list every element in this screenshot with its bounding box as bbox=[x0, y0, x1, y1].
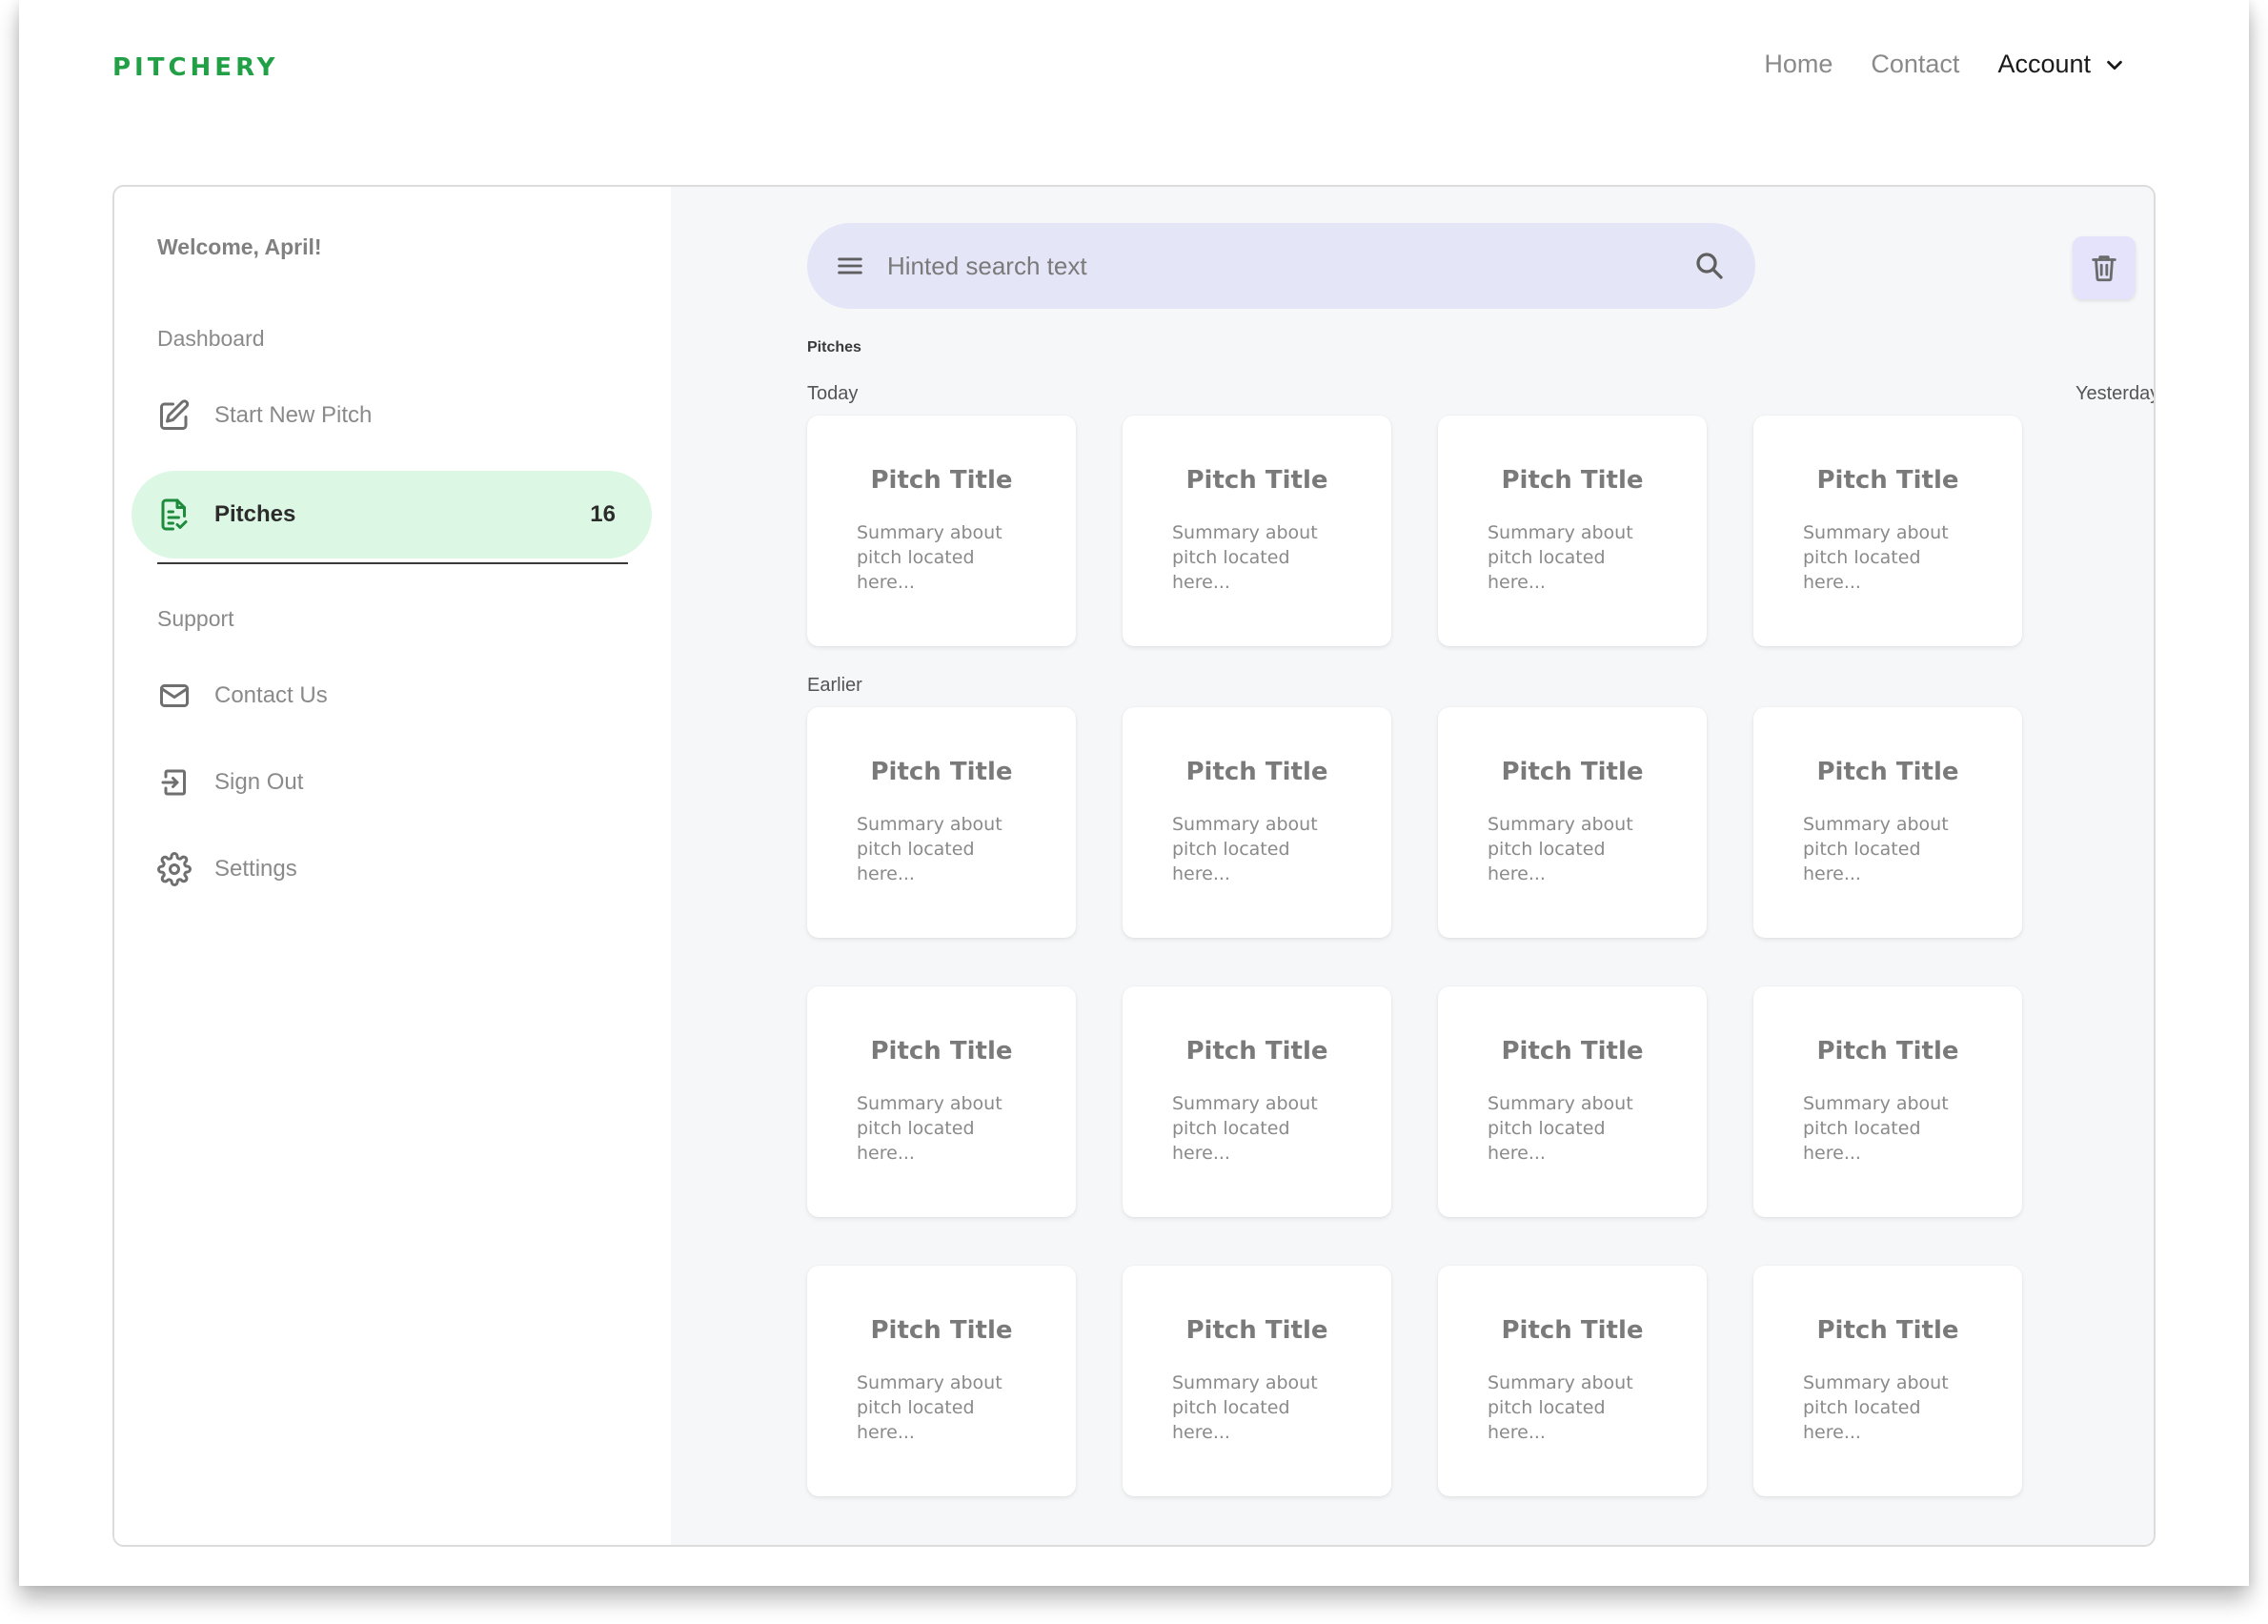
pitch-card[interactable]: Pitch Title Summary about pitch located h… bbox=[807, 707, 1076, 938]
pitch-title: Pitch Title bbox=[1501, 1037, 1644, 1066]
brand-logo[interactable]: PITCHERY bbox=[112, 53, 279, 82]
pitch-title: Pitch Title bbox=[1816, 466, 1959, 495]
sidebar-item-label: Settings bbox=[214, 856, 297, 882]
pitch-title: Pitch Title bbox=[870, 466, 1013, 495]
dashboard-section-label: Dashboard bbox=[157, 326, 265, 351]
pitch-summary: Summary about pitch located here... bbox=[857, 1372, 1002, 1443]
sidebar-divider bbox=[157, 562, 628, 564]
pitch-summary: Summary about pitch located here... bbox=[1172, 1372, 1318, 1443]
pitch-card[interactable]: Pitch Title Summary about pitch located h… bbox=[1123, 1266, 1391, 1496]
sidebar-item-contact-us[interactable]: Contact Us bbox=[157, 679, 328, 713]
pitch-summary: Summary about pitch located here... bbox=[1488, 814, 1633, 884]
pitch-title: Pitch Title bbox=[1816, 758, 1959, 786]
account-label: Account bbox=[1997, 50, 2091, 78]
pitch-card[interactable]: Pitch Title Summary about pitch located h… bbox=[1438, 1266, 1707, 1496]
sidebar-item-label: Sign Out bbox=[214, 769, 304, 795]
search-input[interactable] bbox=[887, 251, 1692, 281]
welcome-text: Welcome, April! bbox=[157, 234, 322, 259]
pitch-summary: Summary about pitch located here... bbox=[1172, 1093, 1318, 1164]
pitch-title: Pitch Title bbox=[870, 1316, 1013, 1345]
pitch-card[interactable]: Pitch Title Summary about pitch located h… bbox=[1438, 416, 1707, 646]
pitch-summary: Summary about pitch located here... bbox=[1488, 1372, 1633, 1443]
main-panel: Welcome, April! Dashboard Start New Pitc… bbox=[112, 185, 2156, 1547]
pitch-card[interactable]: Pitch Title Summary about pitch located h… bbox=[1123, 707, 1391, 938]
pitch-title: Pitch Title bbox=[870, 758, 1013, 786]
sign-out-icon bbox=[161, 769, 186, 796]
menu-icon[interactable] bbox=[834, 250, 866, 282]
pitch-title: Pitch Title bbox=[1816, 1037, 1959, 1066]
pitch-card[interactable]: Pitch Title Summary about pitch located h… bbox=[807, 986, 1076, 1217]
pitch-title: Pitch Title bbox=[1501, 1316, 1644, 1345]
pitch-title: Pitch Title bbox=[1185, 1316, 1328, 1345]
pitch-title: Pitch Title bbox=[1816, 1316, 1959, 1345]
sidebar-item-sign-out[interactable]: Sign Out bbox=[157, 765, 303, 800]
sidebar-item-settings[interactable]: Settings bbox=[157, 852, 297, 886]
pitch-card[interactable]: Pitch Title Summary about pitch located h… bbox=[1438, 986, 1707, 1217]
pitch-card[interactable]: Pitch Title Summary about pitch located h… bbox=[1438, 707, 1707, 938]
pitch-title: Pitch Title bbox=[1501, 758, 1644, 786]
search-bar bbox=[807, 223, 1755, 309]
nav-home-link[interactable]: Home bbox=[1764, 50, 1833, 79]
sidebar-item-start-new-pitch[interactable]: Start New Pitch bbox=[157, 398, 372, 433]
pitches-count-badge: 16 bbox=[590, 501, 616, 527]
pitch-summary: Summary about pitch located here... bbox=[1488, 1093, 1633, 1164]
pitch-card[interactable]: Pitch Title Summary about pitch located h… bbox=[1123, 416, 1391, 646]
sidebar-item-label: Pitches bbox=[214, 501, 296, 527]
pitch-card[interactable]: Pitch Title Summary about pitch located h… bbox=[1753, 1266, 2022, 1496]
sidebar-item-label: Contact Us bbox=[214, 682, 328, 708]
top-nav: Home Contact Account bbox=[1764, 50, 2125, 79]
pitch-summary: Summary about pitch located here... bbox=[857, 522, 1002, 593]
chevron-down-icon bbox=[2107, 60, 2122, 70]
pitch-title: Pitch Title bbox=[1501, 466, 1644, 495]
trash-icon bbox=[2092, 255, 2116, 282]
pitch-card[interactable]: Pitch Title Summary about pitch located h… bbox=[1123, 986, 1391, 1217]
group-label-earlier: Earlier bbox=[807, 675, 862, 696]
group-label-yesterday: Yesterday bbox=[2076, 383, 2156, 404]
account-menu-button[interactable]: Account bbox=[1997, 50, 2125, 79]
pitch-summary: Summary about pitch located here... bbox=[1172, 814, 1318, 884]
search-icon[interactable] bbox=[1692, 249, 1727, 283]
pitch-summary: Summary about pitch located here... bbox=[1172, 522, 1318, 593]
pitches-heading: Pitches bbox=[807, 339, 861, 355]
pitch-summary: Summary about pitch located here... bbox=[857, 1093, 1002, 1164]
pitch-title: Pitch Title bbox=[870, 1037, 1013, 1066]
sidebar-item-label: Start New Pitch bbox=[214, 402, 373, 428]
nav-contact-link[interactable]: Contact bbox=[1871, 50, 1959, 79]
pitch-card[interactable]: Pitch Title Summary about pitch located h… bbox=[1753, 986, 2022, 1217]
gear-icon bbox=[157, 852, 192, 886]
pitch-title: Pitch Title bbox=[1185, 1037, 1328, 1066]
pitch-summary: Summary about pitch located here... bbox=[857, 814, 1002, 884]
content-area: Pitches Today Yesterday Earlier Pitch Ti… bbox=[671, 187, 2154, 1545]
pitch-title: Pitch Title bbox=[1185, 466, 1328, 495]
pitch-summary: Summary about pitch located here... bbox=[1803, 522, 1949, 593]
edit-icon bbox=[160, 399, 190, 430]
app-window: PITCHERY Home Contact Account Welcome, A… bbox=[19, 0, 2249, 1586]
pitch-title: Pitch Title bbox=[1185, 758, 1328, 786]
support-section-label: Support bbox=[157, 606, 234, 631]
sidebar: Welcome, April! Dashboard Start New Pitc… bbox=[114, 187, 671, 1545]
document-check-icon bbox=[161, 498, 188, 531]
group-label-today: Today bbox=[807, 383, 859, 404]
pitch-summary: Summary about pitch located here... bbox=[1803, 814, 1949, 884]
pitch-card[interactable]: Pitch Title Summary about pitch located h… bbox=[1753, 416, 2022, 646]
sidebar-item-pitches[interactable]: Pitches 16 bbox=[132, 471, 652, 558]
pitch-summary: Summary about pitch located here... bbox=[1488, 522, 1633, 593]
pitch-card[interactable]: Pitch Title Summary about pitch located h… bbox=[807, 1266, 1076, 1496]
pitch-summary: Summary about pitch located here... bbox=[1803, 1093, 1949, 1164]
pitch-summary: Summary about pitch located here... bbox=[1803, 1372, 1949, 1443]
pitch-card[interactable]: Pitch Title Summary about pitch located h… bbox=[1753, 707, 2022, 938]
pitch-card[interactable]: Pitch Title Summary about pitch located h… bbox=[807, 416, 1076, 646]
delete-button[interactable] bbox=[2073, 236, 2136, 299]
mail-icon bbox=[160, 684, 189, 707]
